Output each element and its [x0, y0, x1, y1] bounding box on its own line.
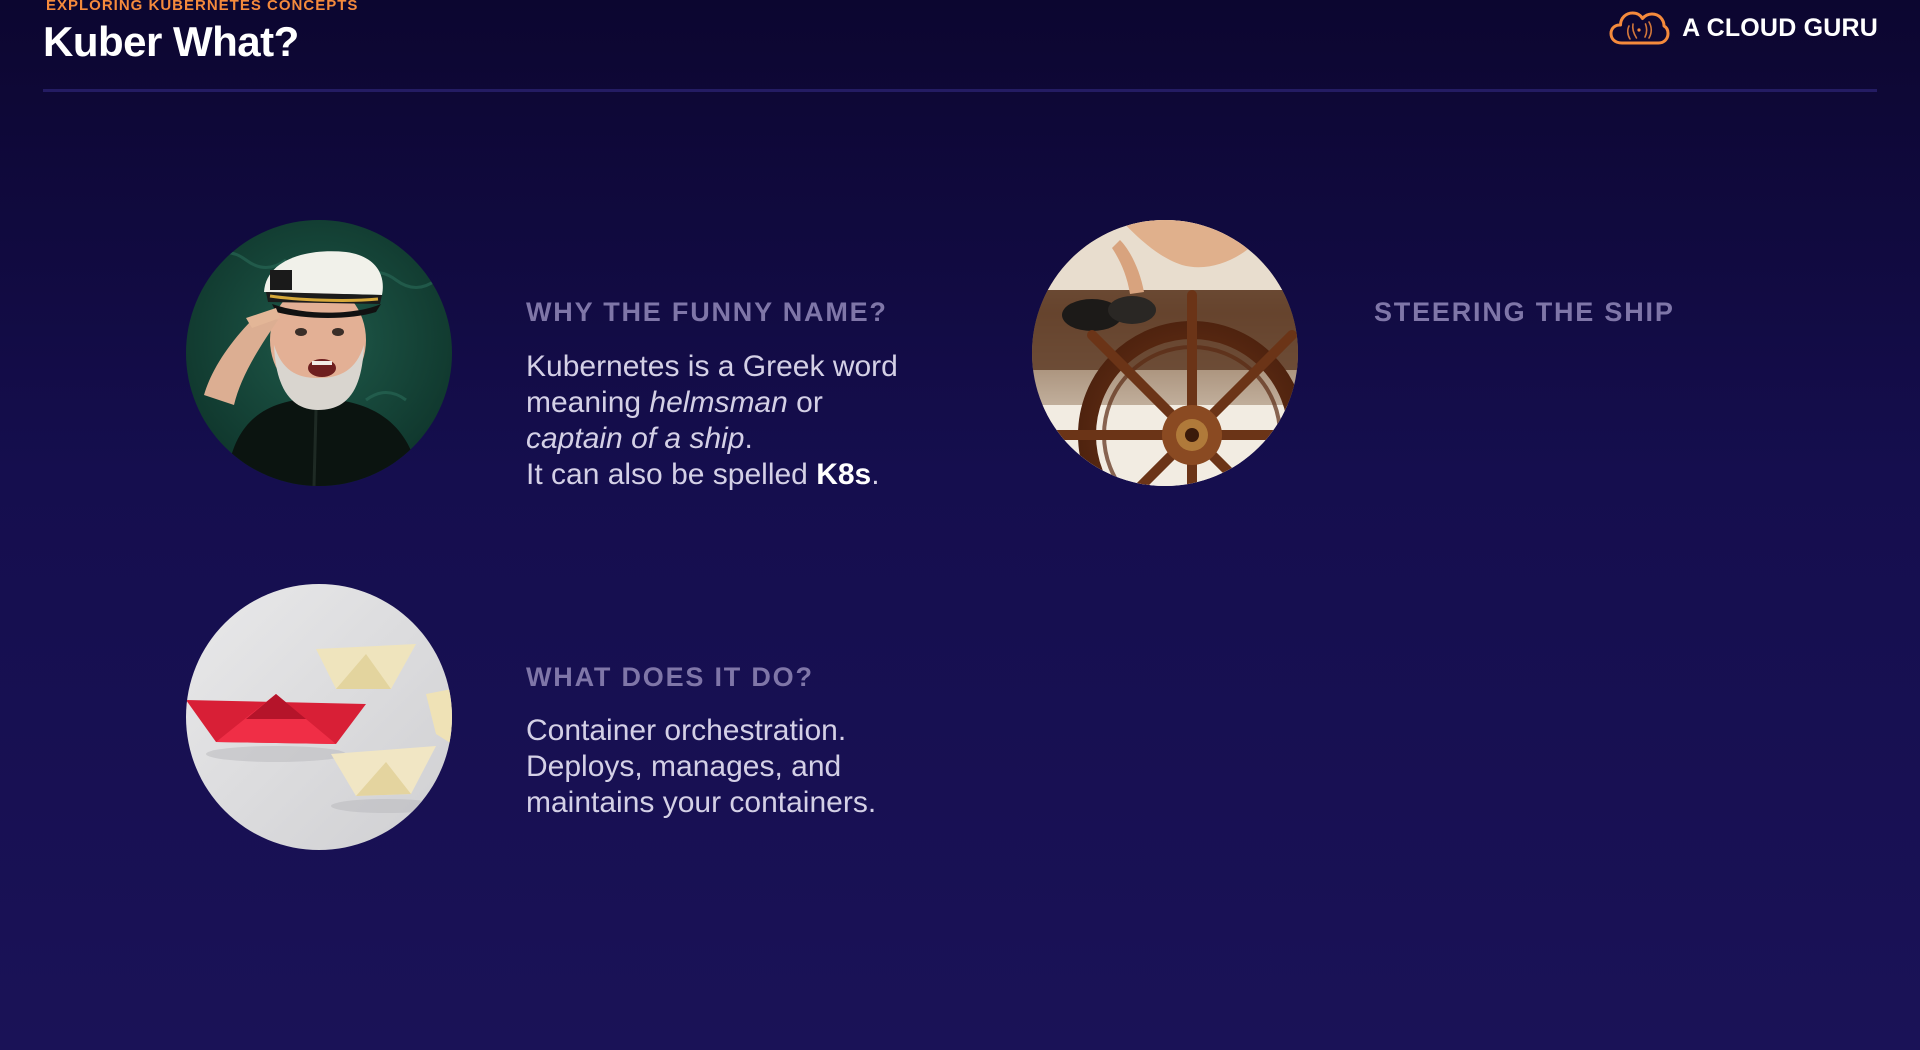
description-line: Deploys, manages, and — [526, 750, 842, 783]
emphasis-helmsman: helmsman — [649, 386, 788, 419]
description-line: Kubernetes is a Greek word — [526, 350, 898, 383]
text-fragment: or — [787, 386, 823, 419]
brand-logo: A CLOUD GURU — [1608, 8, 1878, 48]
section-heading-what-it-does: WHAT DOES IT DO? — [526, 662, 814, 692]
cloud-logo-icon — [1609, 11, 1670, 45]
text-fragment: meaning — [526, 386, 650, 419]
description-line: Container orchestration. — [526, 714, 847, 747]
text-fragment: It can also be spelled — [526, 458, 817, 491]
section-eyebrow: EXPLORING KUBERNETES CONCEPTS — [46, 0, 359, 14]
description-line: captain of a ship. — [526, 421, 898, 457]
header-divider — [43, 89, 1877, 92]
description-line: meaning helmsman or — [526, 385, 898, 421]
text-fragment: . — [744, 422, 753, 455]
section-heading-steering: STEERING THE SHIP — [1374, 297, 1675, 327]
ship-wheel-photo — [1032, 220, 1298, 486]
description-line: It can also be spelled K8s. — [526, 457, 898, 493]
funny-name-description: Kubernetes is a Greek word meaning helms… — [526, 349, 898, 493]
what-it-does-description: Container orchestration. Deploys, manage… — [526, 713, 876, 821]
brand-name: A CLOUD GURU — [1682, 13, 1878, 42]
emphasis-captain: captain of a ship — [526, 422, 745, 455]
sea-captain-photo — [186, 220, 452, 486]
description-line: maintains your containers. — [526, 786, 877, 819]
page-title: Kuber What? — [43, 18, 299, 65]
text-fragment: . — [871, 458, 880, 491]
section-heading-funny-name: WHY THE FUNNY NAME? — [526, 297, 888, 327]
paper-boats-photo — [186, 584, 452, 850]
k8s-highlight: K8s — [816, 458, 872, 491]
